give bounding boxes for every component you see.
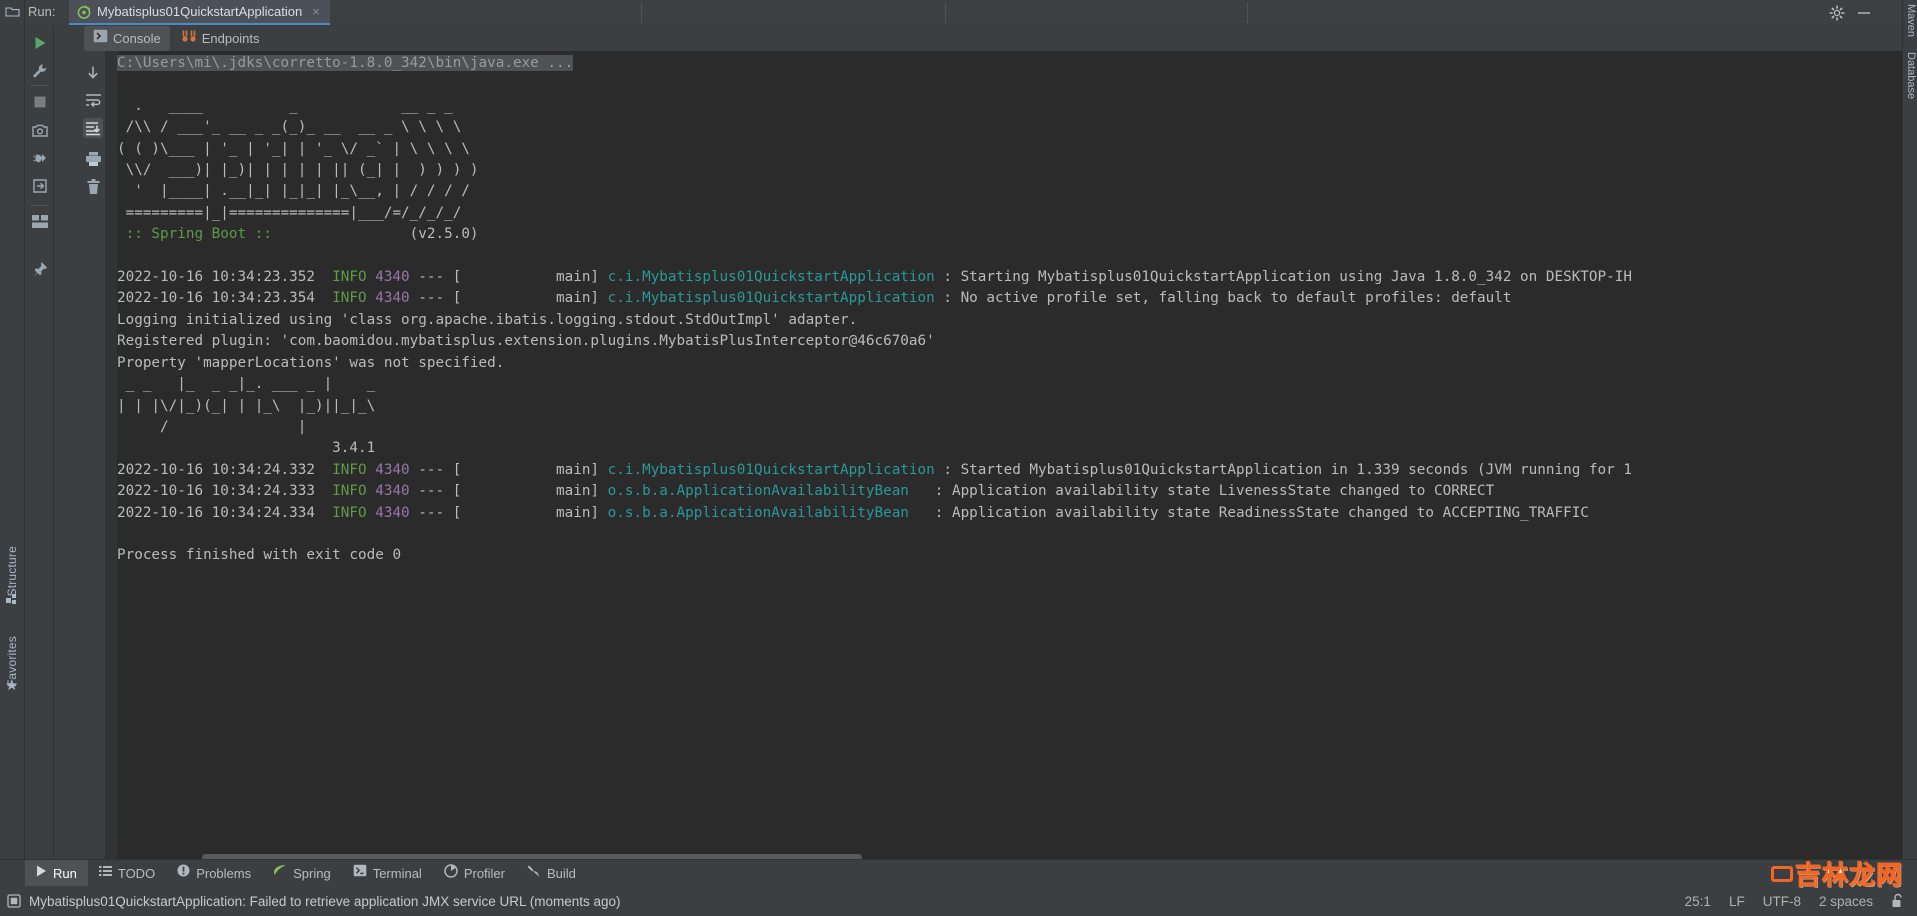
tab-endpoints[interactable]: Endpoints: [172, 26, 269, 51]
notification-icon[interactable]: [7, 894, 21, 908]
console-output-panel[interactable]: C:\Users\mi\.jdks\corretto-1.8.0_342\bin…: [106, 51, 1902, 871]
run-configuration-tab[interactable]: Mybatisplus01QuickstartApplication ×: [69, 0, 330, 25]
list-icon: [98, 864, 112, 882]
status-bar: Mybatisplus01QuickstartApplication: Fail…: [0, 886, 1917, 916]
divider: [641, 2, 642, 23]
watermark-box-icon: [1770, 866, 1793, 882]
status-bar-right: 25:1 LF UTF-8 2 spaces: [1685, 893, 1917, 909]
bottom-tab-build-label: Build: [547, 865, 576, 881]
tab-endpoints-label: Endpoints: [201, 30, 260, 46]
sidebar-item-structure[interactable]: Structure: [5, 546, 19, 597]
layout-icon[interactable]: [31, 212, 49, 230]
right-tool-strip: Maven Database: [1902, 0, 1917, 871]
caret-position[interactable]: 25:1: [1685, 894, 1711, 909]
bottom-tool-bar: Run TODO Problems Spring Terminal Profil…: [0, 859, 1917, 887]
run-label: Run:: [28, 4, 56, 19]
bottom-tab-profiler-label: Profiler: [463, 865, 505, 881]
arrow-into-box-icon[interactable]: [31, 177, 49, 195]
spring-boot-icon: [77, 5, 91, 19]
bug-arrow-icon[interactable]: [31, 149, 49, 167]
unlock-icon[interactable]: [1891, 893, 1905, 909]
arrow-down-icon[interactable]: [83, 62, 103, 82]
endpoints-icon: [181, 29, 197, 48]
bottom-tab-profiler[interactable]: Profiler: [433, 860, 516, 887]
bottom-tab-run[interactable]: Run: [25, 859, 88, 887]
divider: [1247, 2, 1248, 23]
indent-setting[interactable]: 2 spaces: [1819, 894, 1873, 909]
error-icon: [177, 864, 190, 882]
bottom-tab-spring-label: Spring: [293, 865, 331, 881]
scroll-to-end-icon[interactable]: [83, 118, 103, 138]
hammer-icon: [527, 864, 541, 883]
camera-icon[interactable]: [31, 121, 49, 139]
star-icon[interactable]: ★: [5, 678, 18, 693]
tab-console[interactable]: Console: [84, 25, 170, 51]
run-title-bar: Run: Mybatisplus01QuickstartApplication …: [25, 0, 1902, 25]
run-tab-title: Mybatisplus01QuickstartApplication: [97, 4, 303, 19]
line-separator[interactable]: LF: [1729, 894, 1745, 909]
sidebar-item-maven[interactable]: Maven: [1902, 4, 1917, 37]
printer-icon[interactable]: [83, 149, 103, 169]
pin-icon[interactable]: [31, 260, 49, 278]
profiler-icon: [444, 863, 458, 883]
bottom-tab-problems[interactable]: Problems: [166, 860, 262, 887]
console-gutter: [106, 51, 117, 871]
bottom-tab-todo[interactable]: TODO: [88, 860, 166, 887]
bottom-tab-todo-label: TODO: [117, 865, 156, 881]
run-tool-window: Run: Mybatisplus01QuickstartApplication …: [25, 0, 1902, 871]
stop-button[interactable]: [31, 93, 49, 111]
wrench-icon[interactable]: [31, 62, 49, 80]
bottom-tab-terminal[interactable]: Terminal: [342, 860, 433, 887]
project-window-icon[interactable]: [5, 5, 20, 18]
rerun-button[interactable]: [31, 34, 49, 52]
status-message[interactable]: Mybatisplus01QuickstartApplication: Fail…: [29, 894, 621, 909]
close-icon[interactable]: ×: [312, 4, 320, 19]
trash-icon[interactable]: [83, 177, 103, 197]
console-icon: [93, 29, 108, 48]
sidebar-item-database[interactable]: Database: [1902, 52, 1917, 99]
bottom-tab-terminal-label: Terminal: [372, 865, 422, 881]
play-icon: [36, 864, 47, 882]
gear-icon[interactable]: [1829, 5, 1845, 21]
divider: [945, 2, 946, 23]
watermark-text: 吉林龙网: [1794, 861, 1903, 892]
console-actions-toolbar: [79, 25, 106, 871]
file-encoding[interactable]: UTF-8: [1763, 894, 1801, 909]
bottom-tab-problems-label: Problems: [196, 865, 252, 881]
leaf-icon: [273, 864, 287, 882]
divider: [31, 85, 48, 86]
left-tool-strip: Structure Favorites ★: [0, 0, 25, 916]
bottom-tab-spring[interactable]: Spring: [262, 860, 342, 887]
terminal-icon: [353, 864, 367, 882]
run-actions-toolbar: [25, 25, 54, 871]
console-text: C:\Users\mi\.jdks\corretto-1.8.0_342\bin…: [117, 55, 1632, 564]
divider: [31, 205, 48, 206]
minimize-icon[interactable]: [1856, 5, 1872, 21]
soft-wrap-icon[interactable]: [83, 90, 103, 110]
bottom-tab-build[interactable]: Build: [516, 860, 587, 887]
tab-console-label: Console: [113, 30, 161, 46]
bottom-tab-run-label: Run: [53, 865, 77, 881]
watermark: 吉林龙网: [1770, 855, 1903, 892]
console-tab-bar: Console Endpoints: [54, 25, 1902, 51]
structure-icon[interactable]: [6, 594, 20, 608]
